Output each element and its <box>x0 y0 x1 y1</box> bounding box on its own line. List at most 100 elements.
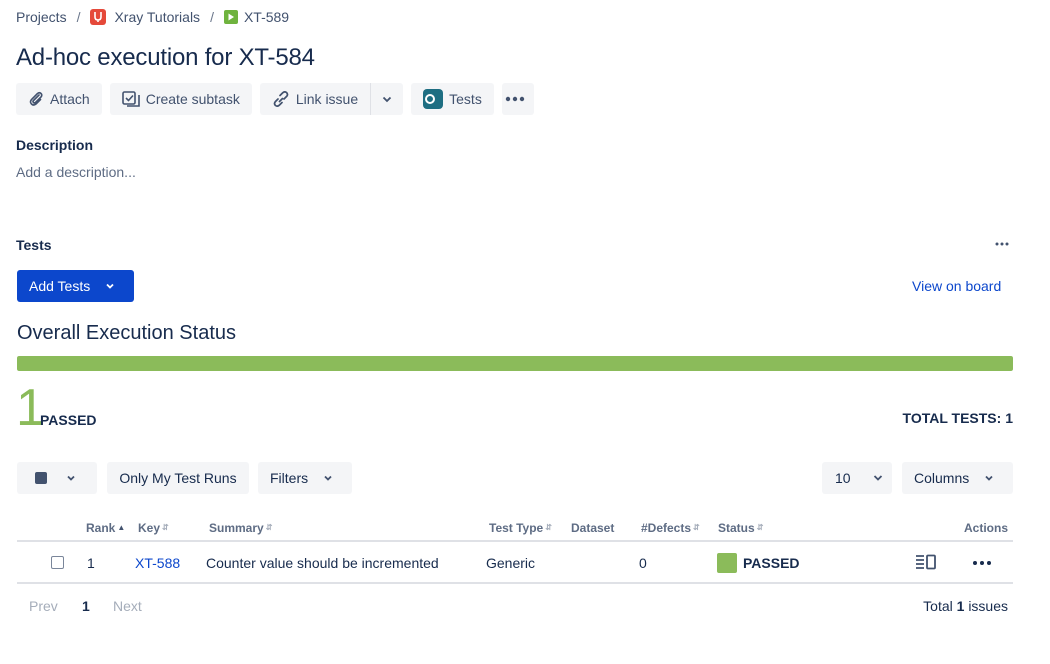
row-test-type: Generic <box>486 555 536 571</box>
sort-asc-icon: ▲ <box>117 523 126 532</box>
passed-label: PASSED <box>40 412 97 428</box>
progress-bar-passed-segment <box>17 356 1013 371</box>
column-header-label: Actions <box>964 521 1009 535</box>
passed-count: 1 <box>16 379 45 437</box>
breadcrumb: Projects / Xray Tutorials / XT-589 <box>16 8 289 26</box>
tests-button[interactable]: Tests <box>411 83 494 115</box>
total-suffix: issues <box>968 598 1008 614</box>
table-header: Rank ▲ Key ⇵ Summary ⇵ Test Type ⇵ Dataset #… <box>17 515 1013 542</box>
more-icon <box>995 242 1009 246</box>
row-status[interactable]: PASSED <box>717 553 800 573</box>
test-runs-table: Rank ▲ Key ⇵ Summary ⇵ Test Type ⇵ Dataset #… <box>17 515 1013 584</box>
breadcrumb-project-label: Xray Tutorials <box>114 9 201 25</box>
filters-dropdown[interactable]: Filters <box>258 462 352 494</box>
tests-button-label: Tests <box>449 91 482 107</box>
column-header-label: #Defects <box>641 521 692 535</box>
page-number-button[interactable]: 1 <box>82 598 90 614</box>
link-icon <box>273 91 289 107</box>
status-color-swatch <box>717 553 737 573</box>
total-prefix: Total <box>923 598 953 614</box>
checkbox-square-icon <box>35 472 47 484</box>
chevron-down-icon <box>383 96 392 103</box>
more-actions-button[interactable] <box>501 83 534 115</box>
tests-more-button[interactable] <box>990 236 1014 252</box>
attach-button[interactable]: Attach <box>16 83 102 115</box>
subtask-icon <box>121 91 140 107</box>
columns-label: Columns <box>914 470 970 486</box>
attach-label: Attach <box>50 91 90 107</box>
row-status-label: PASSED <box>743 555 800 571</box>
page-size-select[interactable]: 10 <box>822 462 892 494</box>
row-defects: 0 <box>639 555 647 571</box>
overall-execution-status-title: Overall Execution Status <box>17 322 236 344</box>
column-header-test-type[interactable]: Test Type ⇵ <box>489 521 552 535</box>
test-execution-icon <box>223 10 238 24</box>
breadcrumb-issue-label: XT-589 <box>243 9 290 25</box>
column-header-label: Key <box>138 521 161 535</box>
link-issue-button[interactable]: Link issue <box>259 83 371 115</box>
row-more-button[interactable] <box>971 554 993 572</box>
link-issue-split-button: Link issue <box>259 83 404 115</box>
add-tests-label: Add Tests <box>29 278 91 294</box>
project-avatar-icon <box>90 9 107 25</box>
create-subtask-button[interactable]: Create subtask <box>109 83 252 115</box>
row-key-link[interactable]: XT-588 <box>135 555 180 571</box>
tests-heading: Tests <box>16 237 52 253</box>
execution-details-button[interactable] <box>915 554 937 573</box>
columns-dropdown[interactable]: Columns <box>902 462 1013 494</box>
breadcrumb-separator: / <box>210 9 214 25</box>
xray-app-icon <box>423 89 444 109</box>
chevron-down-icon <box>985 475 993 481</box>
column-header-actions: Actions <box>964 521 1008 535</box>
column-header-rank[interactable]: Rank ▲ <box>86 521 125 535</box>
prev-page-button[interactable]: Prev <box>29 598 58 614</box>
sort-icon: ⇵ <box>162 523 169 532</box>
sort-icon: ⇵ <box>545 523 552 532</box>
execution-details-icon <box>916 554 936 570</box>
chevron-down-icon <box>873 475 882 481</box>
pagination: Prev 1 Next Total 1 issues <box>17 598 1013 618</box>
column-header-summary[interactable]: Summary ⇵ <box>209 521 272 535</box>
create-subtask-label: Create subtask <box>145 91 240 107</box>
paperclip-icon <box>29 91 43 106</box>
view-on-board-link[interactable]: View on board <box>912 278 1001 294</box>
more-icon <box>973 561 991 565</box>
issue-toolbar: Attach Create subtask Link issue Tests <box>16 83 534 115</box>
breadcrumb-projects[interactable]: Projects <box>16 9 67 25</box>
breadcrumb-project[interactable]: Xray Tutorials <box>90 9 200 25</box>
link-issue-dropdown-button[interactable] <box>370 83 404 115</box>
column-header-key[interactable]: Key ⇵ <box>138 521 169 535</box>
only-my-test-runs-button[interactable]: Only My Test Runs <box>107 462 249 494</box>
total-count: 1 <box>956 598 965 614</box>
add-tests-button[interactable]: Add Tests <box>17 270 134 302</box>
link-issue-label: Link issue <box>295 91 359 107</box>
column-header-label: Status <box>718 521 755 535</box>
sort-icon: ⇵ <box>756 523 764 532</box>
column-header-defects[interactable]: #Defects ⇵ <box>641 521 700 535</box>
description-field[interactable]: Add a description... <box>16 164 136 180</box>
breadcrumb-issue[interactable]: XT-589 <box>223 9 290 25</box>
total-tests: TOTAL TESTS: 1 <box>902 410 1013 426</box>
filters-label: Filters <box>270 470 309 486</box>
column-header-label: Summary <box>209 521 264 535</box>
row-rank: 1 <box>87 555 95 571</box>
chevron-down-icon <box>67 475 75 481</box>
total-issues-count: Total 1 issues <box>923 598 1008 614</box>
next-page-button[interactable]: Next <box>113 598 142 614</box>
chevron-down-icon <box>106 283 114 289</box>
page-title[interactable]: Ad-hoc execution for XT-584 <box>16 44 315 72</box>
sort-icon: ⇵ <box>693 523 700 532</box>
table-row: 1 XT-588 Counter value should be increme… <box>17 542 1013 584</box>
column-header-dataset: Dataset <box>571 521 614 535</box>
row-summary: Counter value should be incremented <box>206 555 439 571</box>
chevron-down-icon <box>324 475 332 481</box>
more-icon <box>505 96 525 102</box>
execution-progress-bar[interactable] <box>17 356 1013 371</box>
row-select-checkbox[interactable] <box>51 556 64 569</box>
description-heading: Description <box>16 137 94 153</box>
page-size-value: 10 <box>835 470 851 486</box>
column-header-label: Test Type <box>489 521 544 535</box>
select-status-dropdown[interactable] <box>17 462 97 494</box>
sort-icon: ⇵ <box>265 523 273 532</box>
column-header-status[interactable]: Status ⇵ <box>718 521 763 535</box>
